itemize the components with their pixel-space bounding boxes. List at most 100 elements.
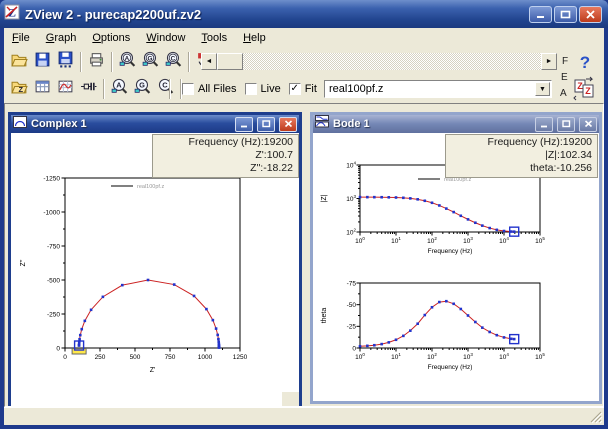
circuit-icon <box>80 78 97 100</box>
complex-window[interactable]: Complex 1 0250500750100012500-250-500-75… <box>8 112 302 407</box>
complex-minimize-button[interactable] <box>235 117 253 132</box>
all-files-checkbox[interactable] <box>182 83 194 95</box>
bode-close-button[interactable] <box>579 117 597 132</box>
scroll-thumb[interactable] <box>217 53 243 70</box>
zoom-a-button[interactable]: A <box>109 78 130 100</box>
scroll-left-arrow[interactable]: ◄ <box>201 53 217 70</box>
all-files-checkbox-label[interactable]: All Files <box>198 83 237 95</box>
toolbar-separator <box>111 52 113 72</box>
live-checkbox[interactable] <box>245 83 257 95</box>
close-button[interactable] <box>579 6 602 23</box>
side-letter-f: F <box>562 56 568 67</box>
svg-text:A: A <box>116 81 122 90</box>
menu-help[interactable]: Help <box>235 30 274 46</box>
svg-text:A: A <box>125 56 130 63</box>
fit-checkbox[interactable]: ✓ <box>289 83 301 95</box>
svg-text:0: 0 <box>352 345 356 352</box>
open-file-button[interactable] <box>9 51 30 73</box>
side-letter-a: A <box>560 88 567 99</box>
zoom-g-circled-button[interactable]: G <box>140 51 161 73</box>
bode-minimize-button[interactable] <box>535 117 553 132</box>
app-icon: Z <box>4 4 20 25</box>
svg-text:C: C <box>171 56 176 63</box>
file-combobox[interactable]: real100pf.z ▼ <box>324 80 552 98</box>
svg-text:Frequency (Hz): Frequency (Hz) <box>428 248 473 255</box>
bode-window-icon <box>315 115 329 133</box>
scroll-right-arrow[interactable]: ► <box>541 53 557 70</box>
svg-text:-25: -25 <box>347 324 357 331</box>
toolbar-separator <box>103 79 105 99</box>
help-icon[interactable]: ? <box>574 51 596 78</box>
circuit-model-button[interactable] <box>78 78 99 100</box>
mdi-client-area: Complex 1 0250500750100012500-250-500-75… <box>4 103 604 407</box>
bode-readout-tooltip: Frequency (Hz):19200 |Z|:102.34 theta:-1… <box>445 134 598 178</box>
magnifier-g-circled-icon: G <box>142 51 159 73</box>
side-panel: F E A ? Z Z <box>556 50 604 104</box>
svg-text:0: 0 <box>56 345 60 352</box>
z-folder-icon: Z <box>11 78 28 100</box>
svg-text:103: 103 <box>463 352 473 361</box>
graph-data-button[interactable] <box>55 78 76 100</box>
status-bar <box>4 407 604 425</box>
svg-text:100: 100 <box>355 352 365 361</box>
folder-open-icon <box>11 51 28 73</box>
svg-text:-500: -500 <box>47 277 60 284</box>
svg-text:104: 104 <box>499 236 509 245</box>
bode-maximize-button[interactable] <box>557 117 575 132</box>
complex-readout-tooltip: Frequency (Hz):19200 Z':100.7 Z":-18.22 <box>152 134 299 178</box>
complex-close-button[interactable] <box>279 117 297 132</box>
side-letter-e: E <box>561 72 568 83</box>
live-checkbox-label[interactable]: Live <box>261 83 281 95</box>
svg-text:-50: -50 <box>347 302 357 309</box>
menu-graph[interactable]: Graph <box>38 30 85 46</box>
svg-text:real100pf.z: real100pf.z <box>137 184 164 190</box>
svg-text:105: 105 <box>535 236 545 245</box>
maximize-button[interactable] <box>554 6 577 23</box>
svg-text:0: 0 <box>63 354 67 361</box>
title-bar[interactable]: Z ZView 2 - purecap2200uf.zv2 <box>0 0 608 28</box>
svg-text:1000: 1000 <box>198 354 213 361</box>
svg-text:G: G <box>139 81 145 90</box>
svg-text:-250: -250 <box>47 311 60 318</box>
svg-text:|Z|: |Z| <box>321 194 328 202</box>
bode-window-titlebar[interactable]: Bode 1 <box>313 115 599 133</box>
svg-text:104: 104 <box>499 352 509 361</box>
zoom-a-circled-button[interactable]: A <box>117 51 138 73</box>
svg-text:101: 101 <box>391 352 401 361</box>
zoom-g-button[interactable]: G <box>132 78 153 100</box>
svg-text:-1250: -1250 <box>43 175 60 182</box>
svg-text:?: ? <box>580 53 590 72</box>
svg-text:Z: Z <box>18 85 23 94</box>
svg-text:104: 104 <box>346 161 356 170</box>
printer-icon <box>88 51 105 73</box>
svg-text:101: 101 <box>391 236 401 245</box>
complex-window-icon <box>13 115 27 133</box>
data-table-button[interactable] <box>32 78 53 100</box>
toolbar-separator <box>80 52 82 72</box>
svg-text:103: 103 <box>346 194 356 203</box>
resize-grip[interactable] <box>589 410 603 424</box>
fit-checkbox-label[interactable]: Fit <box>305 83 317 95</box>
svg-text:G: G <box>147 56 152 63</box>
zoom-c-circled-button[interactable]: C <box>163 51 184 73</box>
save-button[interactable] <box>32 51 53 73</box>
combobox-dropdown-arrow[interactable]: ▼ <box>535 82 550 96</box>
svg-text:Z': Z' <box>150 367 156 374</box>
complex-window-titlebar[interactable]: Complex 1 <box>11 115 299 133</box>
print-button[interactable] <box>86 51 107 73</box>
file-scrollbar[interactable]: ◄ ► <box>201 53 557 70</box>
menu-window[interactable]: Window <box>138 30 193 46</box>
toolbar-separator <box>188 52 190 72</box>
table-icon <box>34 78 51 100</box>
svg-text:-750: -750 <box>47 243 60 250</box>
complex-maximize-button[interactable] <box>257 117 275 132</box>
save-all-button[interactable] <box>55 51 76 73</box>
minimize-button[interactable] <box>529 6 552 23</box>
menu-tools[interactable]: Tools <box>193 30 235 46</box>
z-file-button[interactable]: Z <box>9 78 30 100</box>
bode-window[interactable]: Bode 1 102103104100101102103104105Freque… <box>310 112 602 404</box>
svg-text:1250: 1250 <box>233 354 248 361</box>
menu-options[interactable]: Options <box>84 30 138 46</box>
menu-file[interactable]: File <box>4 30 38 46</box>
svg-text:theta: theta <box>321 308 328 324</box>
